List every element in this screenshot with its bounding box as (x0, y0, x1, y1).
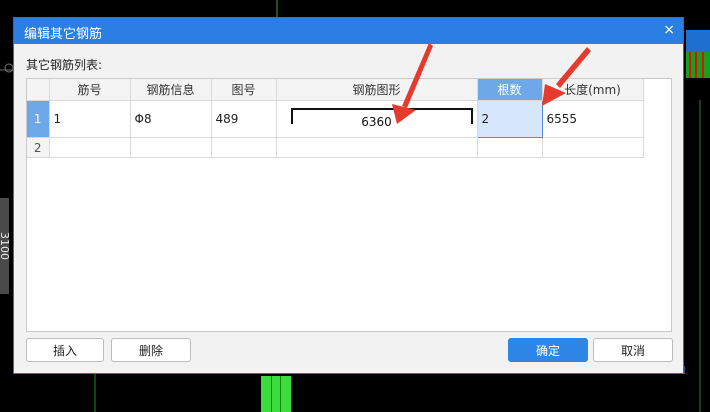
rebar-table: 筋号 钢筋信息 图号 钢筋图形 根数 长度(mm) 1 1 Φ8 489 636… (26, 78, 672, 332)
rebar-list-label: 其它钢筋列表: (26, 58, 103, 72)
close-icon[interactable]: × (663, 22, 675, 38)
cell-bar-shape[interactable]: 6360 (276, 100, 478, 138)
row-number[interactable]: 2 (27, 137, 50, 158)
table-row[interactable]: 1 1 Φ8 489 6360 2 6555 (27, 100, 644, 138)
column-header-bar-shape[interactable]: 钢筋图形 (276, 79, 478, 101)
right-edge-graphic (686, 30, 710, 78)
cell-bar-info[interactable] (130, 137, 212, 158)
delete-button[interactable]: 删除 (111, 338, 191, 362)
ok-button[interactable]: 确定 (508, 338, 588, 362)
column-header-bar-no[interactable]: 筋号 (49, 79, 131, 101)
edit-other-rebar-dialog: 编辑其它钢筋 × 其它钢筋列表: 筋号 钢筋信息 图号 钢筋图形 根数 长度(m… (13, 17, 684, 374)
cell-count[interactable]: 2 (476, 100, 543, 138)
cell-bar-no[interactable]: 1 (49, 100, 131, 138)
table-header-row: 筋号 钢筋信息 图号 钢筋图形 根数 长度(mm) (27, 79, 644, 101)
cell-bar-info[interactable]: Φ8 (130, 100, 212, 138)
corner-cell (27, 79, 50, 101)
side-dimension-tab: 3100 (0, 198, 11, 294)
cell-bar-shape[interactable] (276, 137, 478, 158)
dialog-title: 编辑其它钢筋 (24, 27, 103, 42)
cell-count[interactable] (477, 137, 543, 158)
cell-bar-no[interactable] (49, 137, 131, 158)
bar-shape-drawing: 6360 (277, 101, 477, 137)
column-header-fig-no[interactable]: 图号 (211, 79, 277, 101)
green-column-block (261, 376, 291, 412)
table-row[interactable]: 2 (27, 137, 644, 158)
row-number[interactable]: 1 (27, 100, 50, 138)
cancel-button[interactable]: 取消 (593, 338, 673, 362)
column-header-bar-info[interactable]: 钢筋信息 (130, 79, 212, 101)
cell-length[interactable] (542, 137, 644, 158)
cell-length[interactable]: 6555 (542, 100, 644, 138)
cell-fig-no[interactable]: 489 (211, 100, 277, 138)
bar-shape-dimension: 6360 (361, 115, 392, 129)
column-header-count[interactable]: 根数 (477, 79, 543, 101)
dialog-titlebar[interactable]: 编辑其它钢筋 × (14, 18, 683, 44)
cell-fig-no[interactable] (211, 137, 277, 158)
column-header-length[interactable]: 长度(mm) (542, 79, 644, 101)
insert-button[interactable]: 插入 (26, 338, 104, 362)
